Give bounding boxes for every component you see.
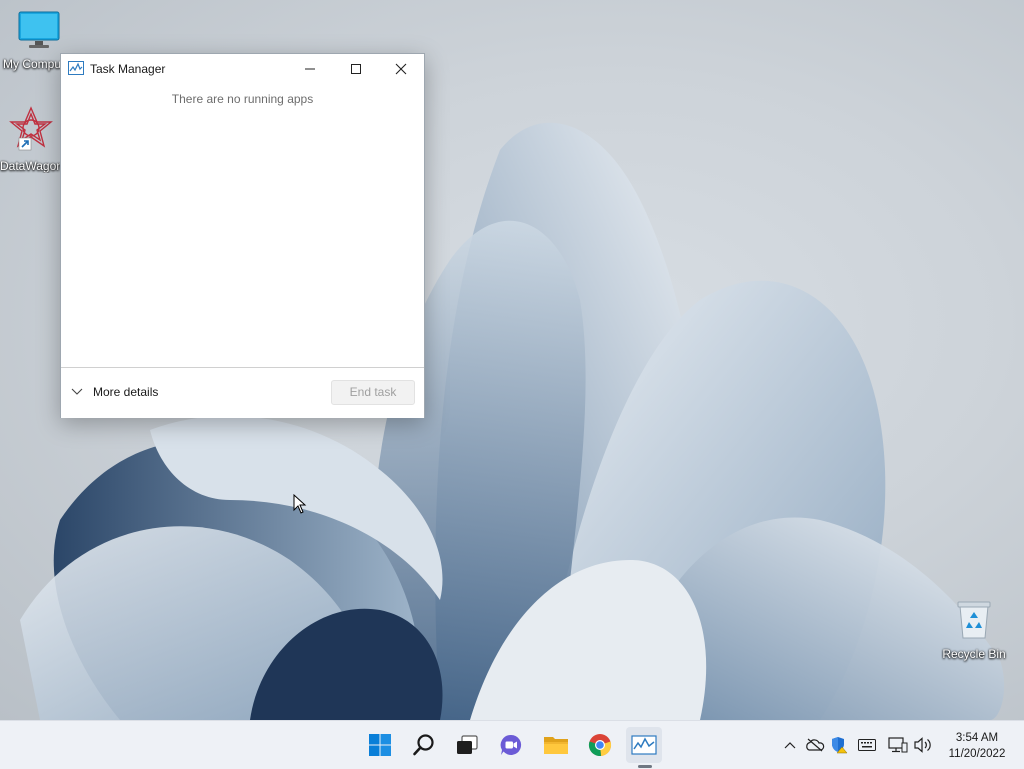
- mouse-cursor-icon: [293, 494, 307, 514]
- task-view-button[interactable]: [449, 727, 485, 763]
- task-manager-icon: [68, 61, 84, 80]
- desktop-icon-recycle-bin[interactable]: Recycle Bin: [936, 598, 1012, 661]
- file-explorer-button[interactable]: [538, 727, 574, 763]
- onedrive-tray-button[interactable]: [805, 736, 825, 754]
- desktop-icon-datawagon[interactable]: DataWagon: [0, 104, 62, 173]
- empty-state-message: There are no running apps: [171, 92, 314, 106]
- show-hidden-icons-button[interactable]: [780, 736, 800, 754]
- recycle-bin-icon: [957, 601, 991, 639]
- task-manager-taskbar-button[interactable]: [626, 727, 662, 763]
- clock-date: 11/20/2022: [948, 748, 1006, 760]
- desktop-icon-label: DataWagon: [0, 159, 62, 173]
- keyboard-tray-button[interactable]: [857, 736, 877, 754]
- more-details-label: More details: [93, 385, 159, 399]
- chat-icon: [500, 734, 522, 755]
- minimize-button[interactable]: [287, 54, 333, 84]
- chevron-down-icon: [71, 388, 83, 395]
- task-manager-icon: [631, 735, 657, 755]
- more-details-toggle[interactable]: More details: [71, 385, 158, 399]
- monitor-icon: [18, 11, 60, 48]
- chat-button[interactable]: [493, 727, 529, 763]
- desktop-icon-label: Recycle Bin: [942, 647, 1006, 661]
- end-task-button[interactable]: End task: [331, 380, 415, 405]
- volume-icon: [914, 737, 931, 753]
- clock-time: 3:54 AM: [955, 732, 999, 744]
- chrome-icon: [588, 734, 612, 757]
- task-manager-window: Task Manager There are no running apps M…: [60, 53, 425, 418]
- defender-icon: [832, 737, 848, 754]
- minimize-icon: [305, 68, 315, 70]
- close-button[interactable]: [378, 54, 424, 84]
- chevron-up-icon: [784, 742, 796, 749]
- windows-logo-icon: [369, 734, 391, 756]
- volume-tray-button[interactable]: [913, 736, 933, 754]
- close-icon: [395, 63, 407, 75]
- maximize-button[interactable]: [333, 54, 379, 84]
- taskbar: 3:54 AM 11/20/2022: [0, 720, 1024, 769]
- taskbar-clock[interactable]: 3:54 AM 11/20/2022: [940, 730, 1014, 762]
- onedrive-icon: [806, 738, 825, 752]
- keyboard-icon: [858, 739, 876, 751]
- footer: More details End task: [61, 367, 424, 418]
- task-view-icon: [457, 735, 478, 754]
- title-bar[interactable]: Task Manager: [61, 54, 424, 84]
- start-button[interactable]: [362, 727, 398, 763]
- window-title: Task Manager: [90, 62, 166, 76]
- search-button[interactable]: [406, 727, 442, 763]
- network-tray-button[interactable]: [888, 736, 908, 754]
- chrome-button[interactable]: [582, 727, 618, 763]
- maximize-icon: [351, 64, 361, 74]
- search-icon: [413, 734, 434, 756]
- network-icon: [888, 737, 908, 753]
- datawagon-app-icon: [9, 106, 53, 151]
- defender-tray-button[interactable]: [829, 736, 849, 754]
- folder-icon: [544, 737, 568, 754]
